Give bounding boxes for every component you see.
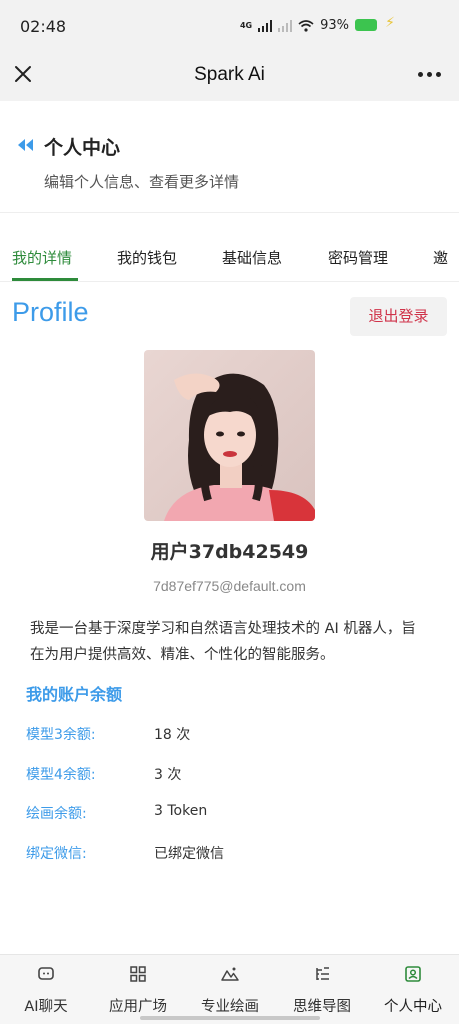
battery-percent: 93% [320,18,349,33]
mindmap-icon [316,967,329,980]
bottom-tab-app-square[interactable]: 应用广场 [92,955,184,1024]
avatar [144,350,315,521]
balance-label: 绘画余额: [26,806,87,822]
mountain-icon [221,967,239,981]
nav-bar: Spark Ai [0,50,459,101]
charging-icon: ⚡ [385,15,395,31]
bottom-tab-ai-chat[interactable]: AI聊天 [0,955,92,1024]
status-icons: 4G 93% [240,18,349,33]
bottom-tab-label: AI聊天 [24,999,68,1015]
tab-basic-info[interactable]: 基础信息 [222,247,282,268]
home-indicator [140,1016,320,1020]
back-icon[interactable] [16,138,36,152]
bottom-tab-drawing[interactable]: 专业绘画 [184,955,276,1024]
tab-invite[interactable]: 邀 [433,247,448,268]
status-time: 02:48 [20,17,67,36]
battery-icon [355,19,377,31]
page-subtitle: 编辑个人信息、查看更多详情 [44,173,240,191]
bottom-tab-label: 应用广场 [109,999,167,1015]
page-header: 个人中心 编辑个人信息、查看更多详情 [0,101,459,213]
user-bio: 我是一台基于深度学习和自然语言处理技术的 AI 机器人，旨在为用户提供高效、精准… [30,621,416,663]
balance-label: 模型4余额: [26,767,96,783]
balance-value: 已绑定微信 [154,846,224,862]
balance-label: 绑定微信: [26,846,87,862]
signal-icon [258,19,273,32]
status-bar: 02:48 4G 93% ⚡ [0,0,459,50]
nav-title: Spark Ai [194,64,265,85]
profile-heading: Profile [12,297,89,327]
network-type: 4G [239,20,253,30]
grid-icon [130,966,146,982]
active-tab-indicator [12,278,78,281]
user-card-icon [405,966,421,982]
balance-value: 3 次 [154,767,182,783]
bottom-tab-mindmap[interactable]: 思维导图 [276,955,368,1024]
tab-password[interactable]: 密码管理 [328,247,388,268]
tab-my-details[interactable]: 我的详情 [12,247,72,268]
signal-secondary-icon [278,19,293,32]
balance-title: 我的账户余额 [26,685,123,704]
bottom-tab-label: 思维导图 [293,999,351,1015]
more-icon[interactable] [418,72,441,77]
chat-icon [38,967,54,980]
tab-my-wallet[interactable]: 我的钱包 [117,247,177,268]
user-email: 7d87ef775@default.com [153,578,306,594]
bottom-tab-personal-center[interactable]: 个人中心 [367,955,459,1024]
balance-label: 模型3余额: [26,727,96,743]
bottom-tab-label: 个人中心 [384,999,442,1015]
bottom-tab-label: 专业绘画 [201,999,259,1015]
tab-bar: 我的详情 我的钱包 基础信息 密码管理 邀 [0,234,459,282]
bottom-nav: AI聊天 应用广场 专业绘画 思维导图 个人中心 [0,954,459,1024]
username: 用户37db42549 [150,541,309,563]
page-title: 个人中心 [44,137,121,159]
balance-value: 18 次 [154,727,191,743]
wifi-icon [298,19,314,32]
logout-button[interactable]: 退出登录 [350,297,447,336]
balance-value: 3 Token [154,803,208,819]
